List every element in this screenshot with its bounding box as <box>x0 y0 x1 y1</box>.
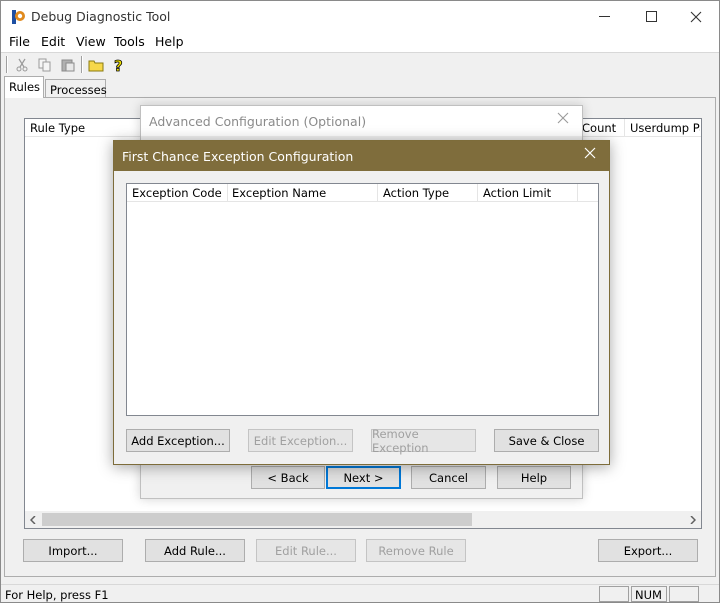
open-button[interactable] <box>87 56 105 74</box>
column-rule-type[interactable]: Rule Type <box>30 121 85 135</box>
column-divider <box>624 119 625 137</box>
svg-text:?: ? <box>114 57 123 73</box>
save-close-button[interactable]: Save & Close <box>494 429 599 452</box>
minimize-icon <box>598 16 610 17</box>
status-pane-empty <box>669 586 699 602</box>
add-rule-button-label: Add Rule... <box>164 543 226 558</box>
folder-icon <box>88 60 104 72</box>
add-exception-button[interactable]: Add Exception... <box>126 429 230 452</box>
column-action-type[interactable]: Action Type <box>383 186 449 200</box>
menu-help[interactable]: Help <box>155 34 184 49</box>
column-exception-name[interactable]: Exception Name <box>232 186 326 200</box>
horizontal-scrollbar[interactable] <box>25 511 701 528</box>
status-pane-empty <box>599 586 629 602</box>
column-divider <box>377 184 378 202</box>
status-bar: For Help, press F1 NUM <box>1 584 719 602</box>
add-exception-button-label: Add Exception... <box>131 433 225 448</box>
column-divider <box>477 184 478 202</box>
remove-rule-button-label: Remove Rule <box>378 543 454 558</box>
menu-view[interactable]: View <box>76 34 106 49</box>
tab-rules-label: Rules <box>9 80 41 94</box>
edit-rule-button[interactable]: Edit Rule... <box>256 539 356 562</box>
first-chance-exception-dialog: First Chance Exception Configuration Exc… <box>113 140 610 465</box>
edit-exception-button[interactable]: Edit Exception... <box>248 429 353 452</box>
chevron-left-icon <box>30 515 36 524</box>
window-title: Debug Diagnostic Tool <box>31 9 171 24</box>
chevron-right-icon <box>690 515 696 524</box>
menu-edit[interactable]: Edit <box>41 34 65 49</box>
help-button-label: Help <box>520 470 548 485</box>
num-lock-label: NUM <box>635 588 662 602</box>
toolbar-separator <box>81 56 83 73</box>
close-button[interactable] <box>673 1 719 32</box>
next-button-label: Next > <box>343 470 384 485</box>
menu-tools[interactable]: Tools <box>114 34 145 49</box>
exception-list[interactable]: Exception Code Exception Name Action Typ… <box>126 183 599 416</box>
advanced-dialog-close-button[interactable] <box>557 112 569 127</box>
help-question-icon: ? <box>114 57 124 73</box>
cut-button[interactable] <box>13 56 31 74</box>
toolbar: ? <box>1 52 719 75</box>
maximize-button[interactable] <box>628 1 674 32</box>
tab-rules[interactable]: Rules <box>4 76 44 98</box>
remove-exception-button[interactable]: Remove Exception <box>371 426 476 455</box>
cancel-button-label: Cancel <box>429 470 468 485</box>
column-userdump-path[interactable]: Userdump Pat <box>630 121 700 135</box>
advanced-dialog-title-bar: Advanced Configuration (Optional) <box>141 106 582 136</box>
help-button[interactable]: ? <box>110 56 128 74</box>
cancel-button[interactable]: Cancel <box>411 466 486 489</box>
save-close-button-label: Save & Close <box>508 433 585 448</box>
copy-icon <box>38 58 51 72</box>
cut-icon <box>16 58 28 72</box>
title-bar: Debug Diagnostic Tool <box>1 1 719 32</box>
remove-rule-button[interactable]: Remove Rule <box>366 539 466 562</box>
column-divider <box>577 184 578 202</box>
column-divider <box>227 184 228 202</box>
import-button-label: Import... <box>48 543 98 558</box>
column-action-limit[interactable]: Action Limit <box>483 186 551 200</box>
fc-dialog-title-bar: First Chance Exception Configuration <box>114 141 609 171</box>
close-icon <box>584 147 596 159</box>
export-button[interactable]: Export... <box>598 539 698 562</box>
export-button-label: Export... <box>623 543 673 558</box>
advanced-dialog-title: Advanced Configuration (Optional) <box>149 114 367 129</box>
fc-dialog-title: First Chance Exception Configuration <box>122 149 354 164</box>
import-button[interactable]: Import... <box>23 539 123 562</box>
minimize-button[interactable] <box>581 1 627 32</box>
main-window: Debug Diagnostic Tool File Edit View Too… <box>0 0 720 603</box>
back-button[interactable]: < Back <box>251 466 325 489</box>
app-icon <box>12 10 25 24</box>
scroll-thumb[interactable] <box>42 513 472 526</box>
add-rule-button[interactable]: Add Rule... <box>145 539 245 562</box>
status-num-indicator: NUM <box>631 586 667 602</box>
remove-exception-button-label: Remove Exception <box>372 426 429 455</box>
paste-button[interactable] <box>59 56 77 74</box>
column-exception-code[interactable]: Exception Code <box>132 186 222 200</box>
back-button-label: < Back <box>267 470 309 485</box>
maximize-icon <box>645 11 657 22</box>
menu-file[interactable]: File <box>9 34 30 49</box>
edit-rule-button-label: Edit Rule... <box>275 543 337 558</box>
copy-button[interactable] <box>36 56 54 74</box>
help-dialog-button[interactable]: Help <box>497 466 571 489</box>
fc-dialog-close-button[interactable] <box>584 147 596 162</box>
edit-exception-button-label: Edit Exception... <box>253 433 348 448</box>
column-count[interactable]: Count <box>582 121 616 135</box>
next-button[interactable]: Next > <box>326 466 401 489</box>
exception-list-header: Exception Code Exception Name Action Typ… <box>127 184 598 202</box>
menu-bar: File Edit View Tools Help <box>1 32 719 52</box>
status-text: For Help, press F1 <box>5 588 109 602</box>
toolbar-separator <box>6 56 8 73</box>
scroll-left-arrow[interactable] <box>25 511 42 528</box>
paste-icon <box>61 59 75 72</box>
tab-processes[interactable]: Processes <box>45 79 107 98</box>
tab-processes-label: Processes <box>50 83 107 97</box>
close-icon <box>690 11 702 22</box>
close-icon <box>557 112 569 124</box>
scroll-right-arrow[interactable] <box>684 511 701 528</box>
